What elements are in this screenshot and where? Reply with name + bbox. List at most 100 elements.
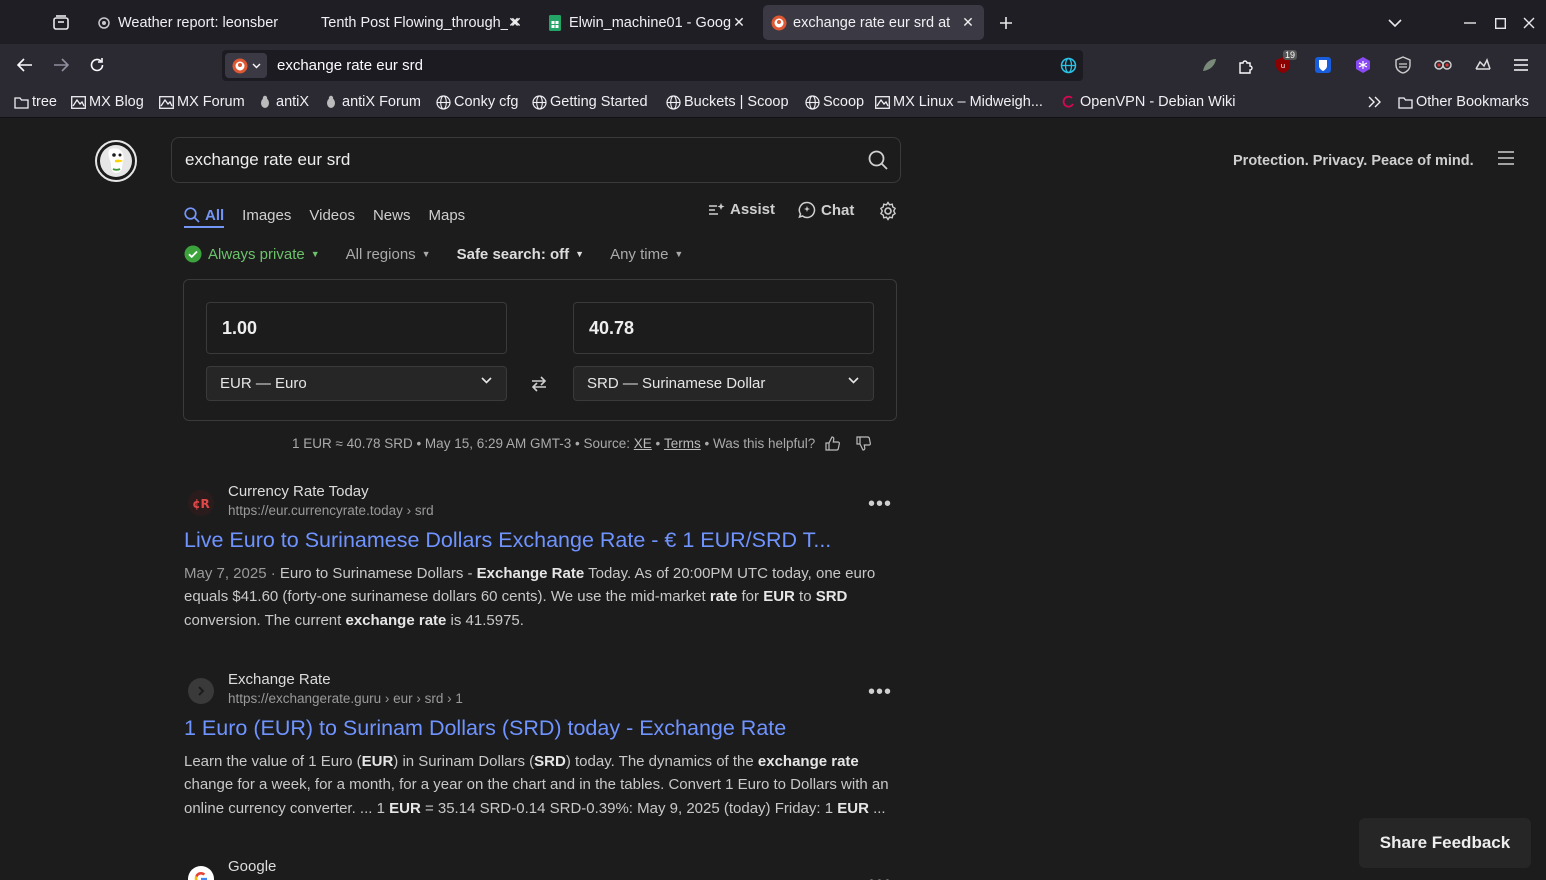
app-menu-icon[interactable]: [1510, 54, 1532, 76]
thumbs-down-icon[interactable]: [856, 436, 872, 451]
from-amount-field: [206, 302, 507, 354]
bookmark-label: Buckets | Scoop: [684, 94, 789, 110]
forward-icon[interactable]: [47, 51, 75, 79]
result-url[interactable]: https://eur.currencyrate.today › srd: [228, 503, 434, 518]
list-all-tabs-icon[interactable]: [1382, 10, 1408, 36]
tab-elwin-sheet[interactable]: Elwin_machine01 - Googl ✕: [539, 5, 755, 40]
to-amount-field: [573, 302, 874, 354]
result-site-name[interactable]: Google: [228, 858, 276, 875]
assist-button[interactable]: Assist: [708, 201, 775, 218]
close-tab-icon[interactable]: ✕: [508, 14, 524, 31]
new-tab-icon[interactable]: [993, 10, 1019, 36]
duckduckgo-logo[interactable]: [95, 140, 137, 182]
tab-maps[interactable]: Maps: [428, 207, 465, 224]
result-site-name[interactable]: Currency Rate Today: [228, 483, 369, 500]
source-link[interactable]: XE: [634, 436, 652, 451]
bookmark-mx-linux[interactable]: MX Linux – Midweigh...: [874, 92, 1043, 112]
bookmark-antix[interactable]: antiX: [257, 92, 309, 112]
from-currency-label: EUR — Euro: [220, 375, 307, 392]
terms-link[interactable]: Terms: [664, 436, 701, 451]
reload-icon[interactable]: [83, 51, 111, 79]
bookmark-openvpn[interactable]: OpenVPN - Debian Wiki: [1061, 92, 1236, 112]
more-options-icon[interactable]: •••: [868, 872, 892, 880]
bookmark-tree[interactable]: tree: [13, 92, 57, 112]
from-amount-input[interactable]: [220, 317, 494, 340]
tab-videos[interactable]: Videos: [309, 207, 355, 224]
url-text[interactable]: exchange rate eur srd: [277, 57, 423, 74]
tab-label: News: [372, 206, 411, 224]
chat-button[interactable]: Chat: [798, 201, 854, 219]
result-title-link[interactable]: 1 Euro (EUR) to Surinam Dollars (SRD) to…: [184, 716, 786, 741]
more-bookmarks-chevron-icon[interactable]: [1368, 92, 1382, 112]
thumbs-up-icon[interactable]: [825, 436, 841, 451]
share-feedback-button[interactable]: Share Feedback: [1359, 818, 1531, 868]
mx-icon: [874, 94, 890, 110]
result-title-link[interactable]: Live Euro to Surinamese Dollars Exchange…: [184, 528, 831, 553]
check-circle-icon: [184, 245, 202, 263]
settings-gear-icon[interactable]: [878, 201, 898, 221]
bookmark-mx-forum[interactable]: MX Forum: [158, 92, 245, 112]
translate-globe-icon[interactable]: [1060, 57, 1077, 74]
bookmark-label: MX Linux – Midweigh...: [893, 94, 1043, 110]
tab-images[interactable]: Images: [242, 207, 291, 224]
to-amount-input[interactable]: [587, 317, 861, 340]
maximize-icon[interactable]: [1487, 10, 1513, 36]
close-window-icon[interactable]: [1516, 10, 1542, 36]
separator: •: [651, 436, 664, 451]
extensions-puzzle-icon[interactable]: [1234, 54, 1256, 76]
result-site-name[interactable]: Exchange Rate: [228, 671, 331, 688]
always-private-filter[interactable]: Always private ▼: [184, 245, 320, 263]
close-tab-icon[interactable]: ✕: [731, 14, 747, 31]
bookmark-mx-blog[interactable]: MX Blog: [70, 92, 144, 112]
mx-icon: [158, 94, 174, 110]
search-input[interactable]: [183, 149, 837, 171]
extension-leaf-icon[interactable]: [1198, 54, 1220, 76]
back-icon[interactable]: [11, 51, 39, 79]
ublock-origin-icon[interactable]: u 19: [1272, 50, 1298, 76]
url-bar[interactable]: exchange rate eur srd: [222, 50, 1083, 81]
bookmark-conky-cfg[interactable]: Conky cfg: [435, 92, 518, 112]
folder-icon: [13, 94, 29, 110]
safe-search-filter[interactable]: Safe search: off ▼: [457, 246, 584, 263]
svg-text:u: u: [1281, 62, 1285, 70]
from-currency-select[interactable]: EUR — Euro: [206, 366, 507, 401]
privacy-badger-icon[interactable]: [1392, 54, 1414, 76]
more-options-icon[interactable]: •••: [868, 493, 892, 516]
bookmark-scoop[interactable]: Scoop: [804, 92, 864, 112]
tab-tenth-post[interactable]: Tenth Post Flowing_through_ ✕: [313, 5, 532, 40]
search-icon[interactable]: [868, 150, 888, 170]
sync-extension-icon[interactable]: [1472, 54, 1494, 76]
result-snippet: Learn the value of 1 Euro (EUR) in Surin…: [184, 750, 900, 820]
bookmark-buckets-scoop[interactable]: Buckets | Scoop: [665, 92, 789, 112]
duckduckgo-favicon: [232, 58, 247, 73]
time-filter[interactable]: Any time ▼: [610, 246, 683, 263]
snippet-text: Learn the value of 1 Euro (EUR) in Surin…: [184, 753, 889, 817]
antix-icon: [323, 94, 339, 110]
other-bookmarks-label: Other Bookmarks: [1416, 94, 1529, 110]
region-filter[interactable]: All regions ▼: [346, 246, 431, 263]
bookmark-antix-forum[interactable]: antiX Forum: [323, 92, 421, 112]
hamburger-menu-icon[interactable]: [1497, 151, 1515, 165]
bookmark-getting-started[interactable]: Getting Started: [531, 92, 648, 112]
ghostery-icon[interactable]: [1432, 54, 1454, 76]
other-bookmarks[interactable]: Other Bookmarks: [1397, 92, 1529, 112]
tab-news[interactable]: News: [373, 207, 411, 224]
bitwarden-icon[interactable]: [1312, 54, 1334, 76]
filter-label: Any time: [610, 245, 669, 263]
tab-all[interactable]: All: [184, 207, 224, 224]
proton-extension-icon[interactable]: [1352, 54, 1374, 76]
tab-exchange-rate[interactable]: exchange rate eur srd at ✕: [763, 5, 984, 40]
to-currency-select[interactable]: SRD — Surinamese Dollar: [573, 366, 874, 401]
tab-list-icon[interactable]: [48, 10, 74, 36]
antix-icon: [257, 94, 273, 110]
exchangerate-favicon: [188, 678, 214, 704]
chevron-down-icon: [252, 63, 260, 68]
more-options-icon[interactable]: •••: [868, 681, 892, 704]
bookmark-label: Conky cfg: [454, 94, 519, 110]
swap-currencies-icon[interactable]: [530, 375, 548, 393]
minimize-icon[interactable]: [1457, 10, 1483, 36]
tab-label: All: [205, 206, 225, 224]
close-tab-icon[interactable]: ✕: [960, 14, 976, 31]
result-url[interactable]: https://exchangerate.guru › eur › srd › …: [228, 691, 463, 706]
site-identity-button[interactable]: [225, 53, 267, 78]
